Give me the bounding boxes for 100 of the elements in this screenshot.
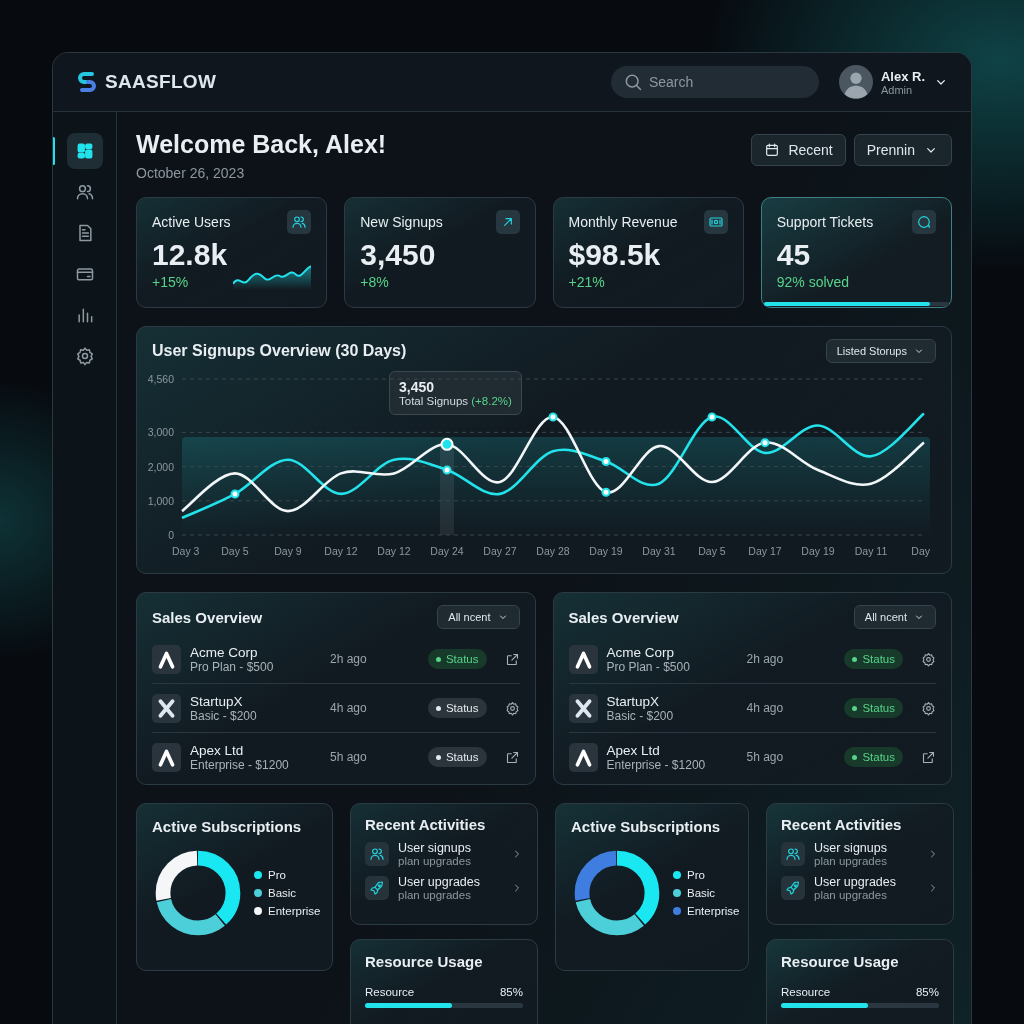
data-point — [230, 489, 240, 499]
status-badge: Status — [427, 698, 487, 718]
time-text: 2h ago — [746, 652, 785, 666]
plan-text: Basic - $200 — [190, 708, 258, 723]
activity-subtitle: plan upgrades — [398, 889, 472, 901]
activity-item[interactable]: User upgrades plan upgrades — [781, 875, 939, 901]
tooltip-label: Total Signups (+8.2%) — [399, 395, 512, 407]
filter-dropdown[interactable]: All ncent — [437, 605, 520, 629]
axis-label: Day 5 — [221, 545, 249, 557]
activity-item[interactable]: User upgrades plan upgrades — [365, 875, 523, 901]
external-link-icon — [504, 651, 520, 667]
stat-label: Support Tickets — [776, 214, 874, 230]
axis-label: 1,000 — [147, 494, 174, 507]
axis-label: Day 24 — [430, 545, 464, 557]
plan-text: Basic - $200 — [606, 708, 675, 723]
status-badge: Status — [844, 649, 903, 669]
stat-label: Active Users — [152, 214, 231, 230]
data-point — [601, 487, 611, 497]
company-name: StartupX — [190, 693, 244, 709]
legend-label: Basic — [268, 887, 297, 899]
status-badge: Status — [427, 747, 487, 767]
settings-icon — [74, 346, 95, 366]
activity-item[interactable]: User signups plan upgrades — [781, 841, 939, 867]
axis-label: Day 17 — [748, 545, 782, 557]
card-title: Recent Activities — [781, 816, 903, 833]
legend-label: Enterprise — [268, 905, 321, 917]
company-logo — [152, 644, 181, 674]
legend-label: Pro — [268, 869, 286, 881]
data-point — [440, 437, 454, 451]
external-link-icon — [921, 749, 936, 765]
resource-value: 85% — [499, 986, 523, 998]
company-name: Apex Ltd — [190, 742, 245, 758]
stat-label: New Signups — [360, 214, 443, 230]
activity-subtitle: plan upgrades — [398, 855, 472, 867]
data-point — [707, 412, 717, 422]
axis-label: Day 5 — [698, 545, 726, 557]
plan-text: Pro Plan - $500 — [190, 659, 275, 674]
stat-change: 92% solved — [776, 274, 850, 290]
axis-label: Day 12 — [324, 545, 358, 557]
dropdown-button[interactable]: Prennin — [853, 134, 952, 166]
settings-icon — [921, 651, 936, 667]
stat-value: 3,450 — [360, 238, 437, 272]
card-title: Resource Usage — [781, 953, 900, 970]
resource-label: Resource — [781, 986, 831, 998]
card-title: Active Subscriptions — [571, 818, 722, 835]
avatar — [838, 65, 873, 99]
activity-title: User signups — [398, 841, 472, 855]
status-badge: Status — [844, 747, 903, 767]
axis-label: Day 12 — [377, 545, 411, 557]
logo-icon — [75, 70, 99, 94]
search-field[interactable]: Search — [610, 66, 819, 98]
activity-title: User upgrades — [814, 875, 897, 889]
data-point — [760, 438, 770, 448]
chart-title: User Signups Overview (30 Days) — [152, 342, 407, 360]
axis-label: Day 31 — [642, 545, 676, 557]
company-logo — [568, 742, 598, 772]
activity-item[interactable]: User signups plan upgrades — [365, 841, 523, 867]
stat-change: +21% — [568, 274, 605, 290]
external-link-icon — [504, 749, 520, 765]
time-text: 4h ago — [330, 701, 368, 715]
resource-label: Resource — [365, 986, 415, 998]
user-role: Admin — [880, 83, 914, 96]
legend-label: Pro — [687, 869, 705, 881]
axis-label: Day — [911, 545, 930, 557]
axis-label: Day 9 — [274, 545, 302, 557]
data-point — [601, 456, 611, 466]
data-point — [548, 412, 558, 422]
stat-change: +8% — [360, 274, 389, 290]
axis-label: 4,560 — [147, 373, 174, 385]
axis-label: Day 19 — [589, 545, 623, 557]
date-text: October 26, 2023 — [136, 165, 246, 181]
axis-label: Day 28 — [536, 545, 570, 557]
plan-text: Pro Plan - $500 — [606, 659, 691, 674]
company-logo — [152, 742, 181, 772]
plan-text: Enterprise - $1200 — [606, 757, 707, 772]
time-text: 4h ago — [746, 701, 785, 715]
company-logo — [568, 644, 598, 674]
settings-icon — [504, 700, 520, 716]
time-text: 5h ago — [330, 750, 368, 764]
stat-value: $98.5k — [568, 238, 662, 272]
users-icon — [74, 182, 95, 202]
recent-button[interactable]: Recent — [751, 134, 846, 166]
activity-title: User upgrades — [398, 875, 481, 889]
company-logo — [152, 693, 181, 723]
tooltip-value: 3,450 — [399, 379, 436, 395]
legend-label: Enterprise — [687, 905, 740, 917]
axis-label: Day 19 — [801, 545, 835, 557]
activity-subtitle: plan upgrades — [814, 889, 888, 901]
time-text: 2h ago — [330, 652, 368, 666]
status-badge: Status — [844, 698, 903, 718]
stat-value: 45 — [776, 238, 812, 272]
axis-label: Day 11 — [854, 545, 888, 557]
company-logo — [568, 693, 598, 723]
user-name: Alex R. — [880, 68, 925, 84]
axis-label: 3,000 — [147, 426, 174, 439]
filter-dropdown[interactable]: All ncent — [853, 605, 936, 629]
calendar-icon — [764, 142, 781, 158]
filter-dropdown[interactable]: Listed Storups — [825, 339, 936, 363]
axis-label: 2,000 — [147, 460, 174, 473]
legend-label: Basic — [687, 887, 716, 899]
